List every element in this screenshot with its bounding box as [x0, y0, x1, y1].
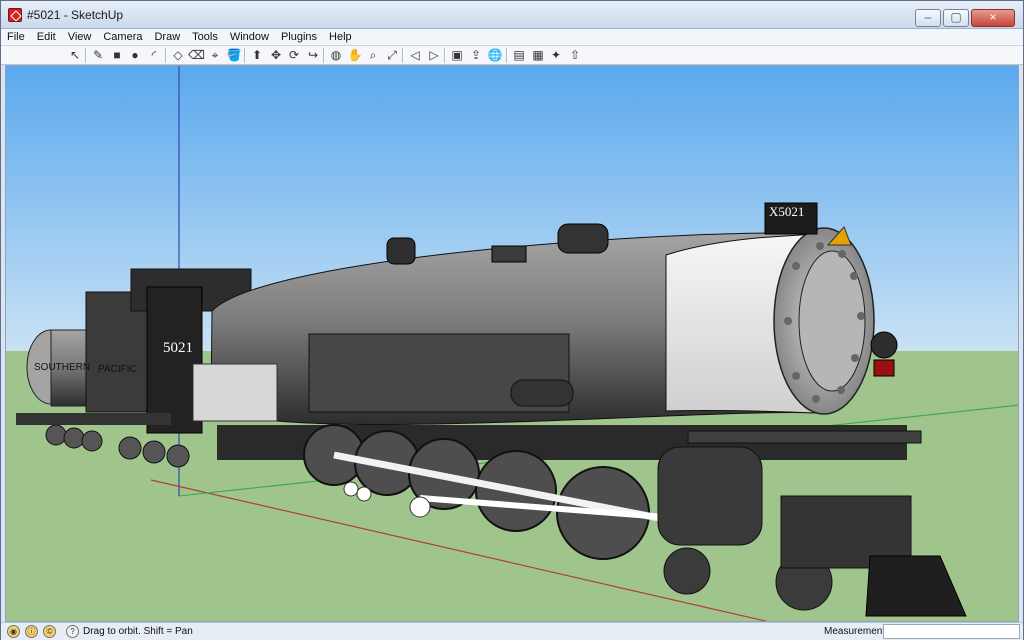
zoom-extents-icon[interactable]: ⤢ [384, 48, 400, 63]
menu-draw[interactable]: Draw [148, 29, 186, 46]
circle-icon[interactable]: ● [127, 48, 143, 63]
eraser-icon[interactable]: ⌫ [188, 48, 205, 63]
previous-view-icon[interactable]: ◁ [407, 48, 423, 63]
toolbar-separator [85, 48, 87, 63]
cab-number: 5021 [163, 340, 193, 356]
tape-measure-icon[interactable]: ⌖ [207, 48, 223, 63]
engine-number-plate: X5021 [769, 204, 804, 219]
menu-edit[interactable]: Edit [31, 29, 62, 46]
3d-viewport[interactable]: SOUTHERN PACIFIC X5021 5021 [5, 65, 1019, 622]
menu-view[interactable]: View [62, 29, 98, 46]
get-models-icon[interactable]: ▣ [449, 48, 465, 63]
toolbar-separator [244, 48, 246, 63]
menu-help[interactable]: Help [323, 29, 358, 46]
maximize-button[interactable]: ▢ [943, 9, 969, 27]
toolbar-separator [444, 48, 446, 63]
locomotive-3d-scene: SOUTHERN PACIFIC X5021 5021 [6, 66, 1018, 621]
title-bar[interactable]: #5021 - SketchUp – ▢ × [1, 1, 1023, 29]
toolbar-separator [402, 48, 404, 63]
window-title: #5021 - SketchUp [27, 8, 124, 22]
menu-file[interactable]: File [1, 29, 31, 46]
google-earth-icon[interactable]: 🌐 [487, 48, 503, 63]
help-icon[interactable]: ? [66, 625, 79, 638]
menu-tools[interactable]: Tools [186, 29, 224, 46]
select-icon[interactable]: ↖ [67, 48, 83, 63]
toolbar-separator [506, 48, 508, 63]
push-pull-icon[interactable]: ⬆ [249, 48, 265, 63]
status-bar: ◉ ⓘ © ? Drag to orbit. Shift = Pan Measu… [1, 622, 1023, 640]
style-builder-icon[interactable]: ✦ [548, 48, 564, 63]
next-view-icon[interactable]: ▷ [426, 48, 442, 63]
extension-warehouse-icon[interactable]: ▤ [511, 48, 527, 63]
credits-icon[interactable]: ⓘ [25, 625, 38, 638]
sketchup-window: #5021 - SketchUp – ▢ × File Edit View Ca… [0, 0, 1024, 640]
rotate-icon[interactable]: ⟳ [286, 48, 302, 63]
menu-camera[interactable]: Camera [97, 29, 148, 46]
menu-bar: File Edit View Camera Draw Tools Window … [1, 29, 1023, 46]
toolbar-separator [165, 48, 167, 63]
share-component-icon[interactable]: ⇧ [567, 48, 583, 63]
share-model-icon[interactable]: ⇪ [468, 48, 484, 63]
menu-plugins[interactable]: Plugins [275, 29, 323, 46]
orbit-icon[interactable]: ◍ [328, 48, 344, 63]
make-component-icon[interactable]: ◇ [170, 48, 186, 63]
measurements-input[interactable] [883, 624, 1020, 639]
arc-icon[interactable]: ◜ [146, 48, 162, 63]
menu-window[interactable]: Window [224, 29, 275, 46]
close-button[interactable]: × [971, 9, 1015, 27]
info-icon[interactable]: © [43, 625, 56, 638]
sketchup-app-icon [8, 8, 22, 22]
measurements-label: Measurements [824, 626, 891, 637]
paint-bucket-icon[interactable]: 🪣 [226, 48, 242, 63]
status-message: Drag to orbit. Shift = Pan [83, 626, 193, 637]
geo-location-icon[interactable]: ◉ [7, 625, 20, 638]
tender-road-name-1: SOUTHERN [34, 362, 90, 373]
follow-me-icon[interactable]: ↪ [305, 48, 321, 63]
pan-icon[interactable]: ✋ [347, 48, 363, 63]
toolbar-separator [323, 48, 325, 63]
zoom-icon[interactable]: ⌕ [365, 48, 381, 63]
rectangle-icon[interactable]: ■ [109, 48, 125, 63]
minimize-button[interactable]: – [915, 9, 941, 27]
window-controls: – ▢ × [915, 9, 1015, 27]
main-toolbar: ↖ ✎ ■ ● ◜ ◇ ⌫ ⌖ 🪣 ⬆ ✥ ⟳ ↪ ◍ ✋ ⌕ ⤢ ◁ ▷ ▣ … [1, 46, 1023, 65]
layout-icon[interactable]: ▦ [530, 48, 546, 63]
tender-road-name-2: PACIFIC [98, 364, 137, 375]
move-icon[interactable]: ✥ [268, 48, 284, 63]
pencil-icon[interactable]: ✎ [90, 48, 106, 63]
